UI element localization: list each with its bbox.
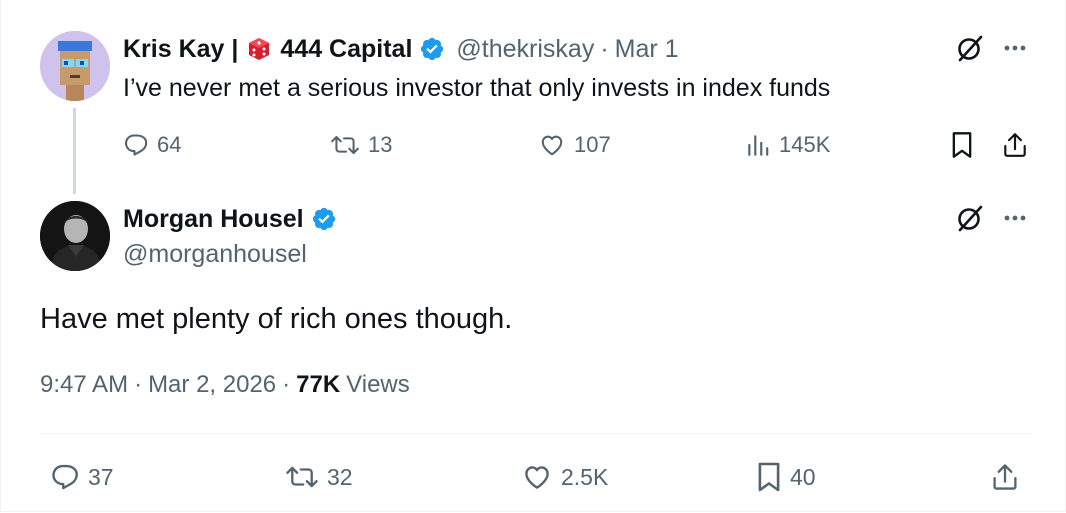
parent-share-button[interactable] <box>1001 130 1029 160</box>
morgan-housel-avatar[interactable] <box>40 201 110 271</box>
main-author-name[interactable]: Morgan Housel <box>123 205 304 234</box>
repost-icon <box>286 466 318 488</box>
reply-button[interactable]: 37 <box>50 461 114 493</box>
bookmark-icon <box>952 132 972 158</box>
heart-icon <box>541 135 563 156</box>
tweet-metadata: 9:47 AM · Mar 2, 2026 · 77K Views <box>40 368 410 402</box>
repost-icon <box>331 135 359 155</box>
parent-like-button[interactable]: 107 <box>538 130 611 160</box>
grok-icon[interactable] <box>955 33 985 63</box>
parent-repost-count: 13 <box>368 132 393 157</box>
tweet-time[interactable]: 9:47 AM <box>40 368 128 402</box>
reply-icon <box>52 464 78 490</box>
share-icon <box>1004 133 1026 157</box>
thread-connector-line <box>73 108 76 194</box>
parent-like-count: 107 <box>574 132 611 157</box>
like-count: 2.5K <box>561 463 609 490</box>
verified-badge-icon <box>419 36 445 62</box>
parent-author-name[interactable]: Kris Kay | <box>123 35 238 64</box>
bookmark-icon <box>758 462 780 492</box>
dice-emoji-icon <box>246 36 272 62</box>
bookmark-button[interactable]: 40 <box>756 461 816 493</box>
tweet-date[interactable]: Mar 2, 2026 <box>148 368 276 402</box>
views-count: 77K <box>296 371 341 398</box>
share-button[interactable] <box>990 460 1020 494</box>
views-label: Views <box>346 371 410 398</box>
parent-views-button[interactable]: 145K <box>745 130 830 160</box>
parent-handle[interactable]: @thekriskay <box>456 35 594 64</box>
parent-views-count: 145K <box>779 132 831 157</box>
main-tweet-text: Have met plenty of rich ones though. <box>40 303 513 335</box>
repost-count: 32 <box>327 463 353 490</box>
parent-separator: · <box>600 34 609 63</box>
share-icon <box>993 464 1017 490</box>
bookmark-count: 40 <box>790 463 816 490</box>
main-tweet-header: Morgan Housel <box>123 203 337 235</box>
parent-author-org[interactable]: 444 Capital <box>280 35 412 64</box>
kris-kay-avatar[interactable] <box>40 31 110 101</box>
parent-bookmark-button[interactable] <box>948 131 976 159</box>
parent-date[interactable]: Mar 1 <box>615 35 679 64</box>
meta-separator: · <box>134 371 143 398</box>
heart-icon <box>525 466 549 489</box>
parent-tweet-header: Kris Kay | 444 Capital @thekriskay · Mar… <box>123 33 679 65</box>
reply-count: 37 <box>88 463 114 490</box>
parent-repost-button[interactable]: 13 <box>330 130 392 160</box>
parent-tweet-text: I’ve never met a serious investor that o… <box>123 74 831 102</box>
grok-icon[interactable] <box>955 203 985 233</box>
more-options-icon[interactable] <box>1002 37 1028 59</box>
like-button[interactable]: 2.5K <box>521 461 608 493</box>
repost-button[interactable]: 32 <box>285 461 353 493</box>
reply-icon <box>125 134 148 156</box>
divider <box>40 433 1032 434</box>
analytics-icon <box>748 135 769 156</box>
main-handle[interactable]: @morganhousel <box>123 238 307 270</box>
more-options-icon[interactable] <box>1002 207 1028 229</box>
parent-reply-count: 64 <box>157 132 182 157</box>
meta-separator: · <box>282 371 291 398</box>
verified-badge-icon <box>311 206 337 232</box>
parent-reply-button[interactable]: 64 <box>123 130 181 160</box>
